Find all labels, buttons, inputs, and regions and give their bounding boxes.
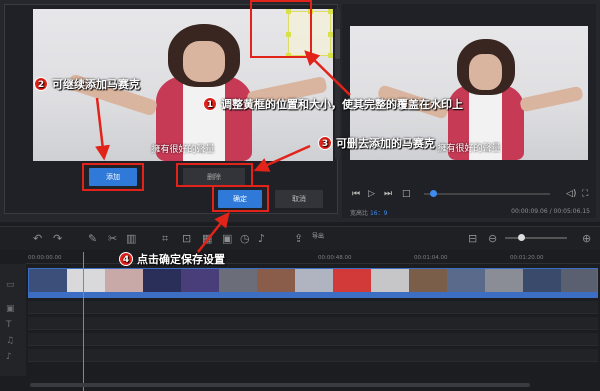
voice-track-icon: ♪ bbox=[6, 352, 12, 362]
music-track-icon: ♫ bbox=[6, 336, 15, 346]
volume-icon[interactable]: ◁) bbox=[566, 187, 576, 201]
aspect-ratio-value[interactable]: 16：9 bbox=[370, 210, 387, 217]
clip-thumbnail bbox=[561, 269, 597, 293]
clip-thumbnail bbox=[333, 269, 371, 293]
annotation-text-2: 可继续添加马赛克 bbox=[52, 78, 140, 91]
player-controls: ⏮ ▷ ⏭ □ ◁) ⛶ bbox=[350, 187, 590, 201]
editor-scrollbar-thumb[interactable] bbox=[335, 29, 340, 59]
video-person bbox=[66, 24, 328, 161]
undo-icon[interactable]: ↶ bbox=[33, 232, 42, 246]
clip-thumbnail bbox=[219, 269, 257, 293]
timeline-zoom-handle[interactable] bbox=[518, 234, 525, 241]
pip-track-icon: ▣ bbox=[6, 304, 15, 314]
clip-thumbnail bbox=[143, 269, 181, 293]
empty-track-text[interactable] bbox=[28, 317, 598, 330]
annotation-note-2: 2 可继续添加马赛克 bbox=[34, 76, 140, 92]
scissors-icon[interactable]: ✂ bbox=[108, 232, 117, 246]
redo-icon[interactable]: ↷ bbox=[53, 232, 62, 246]
aspect-ratio-label: 宽高比 bbox=[350, 210, 369, 217]
person-face bbox=[469, 53, 502, 91]
resize-handle-br[interactable] bbox=[328, 53, 333, 58]
pen-icon[interactable]: ✎ bbox=[88, 232, 97, 246]
annotation-text-4: 点击确定保存设置 bbox=[137, 253, 225, 266]
playback-progress-bar[interactable] bbox=[424, 193, 550, 195]
track-headers: ▭ ▣ T ♫ ♪ bbox=[0, 264, 26, 376]
editor-window: 擁有很好的聲量 添加 删除 确定 取消 擁有很好的聲量 ⏮ ▷ ⏭ □ ◁) ⛶… bbox=[0, 0, 600, 391]
clip-audio-waveform bbox=[29, 292, 597, 297]
export-label[interactable]: 导出 bbox=[312, 231, 324, 240]
annotation-number-4: 4 bbox=[119, 252, 133, 266]
clip-thumbnail bbox=[485, 269, 523, 293]
aspect-ratio: 宽高比 16：9 bbox=[350, 208, 387, 217]
annotation-number-3: 3 bbox=[318, 136, 332, 150]
delete-icon[interactable]: ▥ bbox=[126, 232, 136, 246]
person-arm-right bbox=[519, 86, 585, 114]
zoom-in-icon[interactable]: ⊕ bbox=[582, 232, 591, 246]
timeline-horizontal-scrollbar[interactable] bbox=[30, 383, 530, 387]
clip-thumbnail bbox=[523, 269, 561, 293]
clip-thumbnail bbox=[257, 269, 295, 293]
clip-thumbnail bbox=[181, 269, 219, 293]
empty-track-pip[interactable] bbox=[28, 301, 598, 314]
person-face bbox=[183, 40, 225, 82]
picture-icon[interactable]: ▣ bbox=[222, 232, 232, 246]
annotation-box-delete bbox=[176, 163, 253, 187]
playback-progress-handle[interactable] bbox=[430, 190, 437, 197]
annotation-text-1: 调整黄框的位置和大小，使其完整的覆盖在水印上 bbox=[221, 98, 463, 111]
previous-frame-icon[interactable]: ⏮ bbox=[352, 187, 360, 201]
video-clip[interactable] bbox=[28, 268, 598, 298]
timeline-ruler[interactable]: 00:00:00.00 00:00:48.00 00:01:04.00 00:0… bbox=[26, 252, 600, 264]
annotation-text-3: 可删去添加的马赛克 bbox=[336, 137, 435, 150]
fullscreen-icon[interactable]: ⛶ bbox=[582, 187, 588, 201]
timeline-playhead[interactable] bbox=[83, 252, 84, 391]
mic-icon[interactable]: ♪ bbox=[258, 232, 265, 246]
annotation-number-2: 2 bbox=[34, 77, 48, 91]
video-subtitle: 擁有很好的聲量 bbox=[151, 145, 215, 155]
annotation-note-1: 1 调整黄框的位置和大小，使其完整的覆盖在水印上 bbox=[203, 96, 463, 112]
fit-timeline-icon[interactable]: ⊟ bbox=[468, 232, 477, 246]
play-icon[interactable]: ▷ bbox=[368, 187, 375, 201]
stop-icon[interactable]: □ bbox=[402, 187, 411, 201]
fit-icon[interactable]: ⊡ bbox=[182, 232, 191, 246]
zoom-out-icon[interactable]: ⊖ bbox=[488, 232, 497, 246]
annotation-note-3: 3 可删去添加的马赛克 bbox=[318, 135, 435, 151]
clip-thumbnail bbox=[29, 269, 67, 293]
clip-thumbnail bbox=[295, 269, 333, 293]
annotation-box-ok bbox=[212, 185, 269, 212]
annotation-box-mosaic bbox=[250, 0, 312, 58]
ruler-tick: 00:00:00.00 bbox=[28, 255, 62, 261]
export-icon[interactable]: ⇪ bbox=[294, 232, 303, 246]
resize-handle-mr[interactable] bbox=[328, 32, 333, 37]
resize-handle-tr[interactable] bbox=[328, 9, 333, 14]
crop-icon[interactable]: ⌗ bbox=[162, 232, 168, 246]
empty-track-voice[interactable] bbox=[28, 349, 598, 362]
clip-thumbnail bbox=[447, 269, 485, 293]
clip-thumbnail bbox=[105, 269, 143, 293]
annotation-box-add bbox=[82, 163, 144, 191]
empty-track-music[interactable] bbox=[28, 333, 598, 346]
text-track-icon: T bbox=[6, 320, 12, 330]
cancel-button[interactable]: 取消 bbox=[275, 190, 323, 208]
ruler-tick: 00:01:04.00 bbox=[414, 255, 448, 261]
next-frame-icon[interactable]: ⏭ bbox=[384, 187, 392, 201]
ruler-tick: 00:00:48.00 bbox=[318, 255, 352, 261]
timeline-zoom-slider[interactable] bbox=[505, 237, 567, 239]
clip-thumbnail bbox=[409, 269, 447, 293]
clip-thumbnail bbox=[371, 269, 409, 293]
playback-timecode: 00:00:09.06 / 00:05:06.15 bbox=[511, 208, 590, 215]
annotation-number-1: 1 bbox=[203, 97, 217, 111]
ruler-tick: 00:01:20.00 bbox=[510, 255, 544, 261]
timer-icon[interactable]: ◷ bbox=[240, 232, 250, 246]
annotation-note-4: 4 点击确定保存设置 bbox=[119, 251, 225, 267]
clip-thumbnail bbox=[67, 269, 105, 293]
video-track-icon: ▭ bbox=[6, 280, 15, 290]
mosaic-icon[interactable]: ▦ bbox=[202, 232, 212, 246]
